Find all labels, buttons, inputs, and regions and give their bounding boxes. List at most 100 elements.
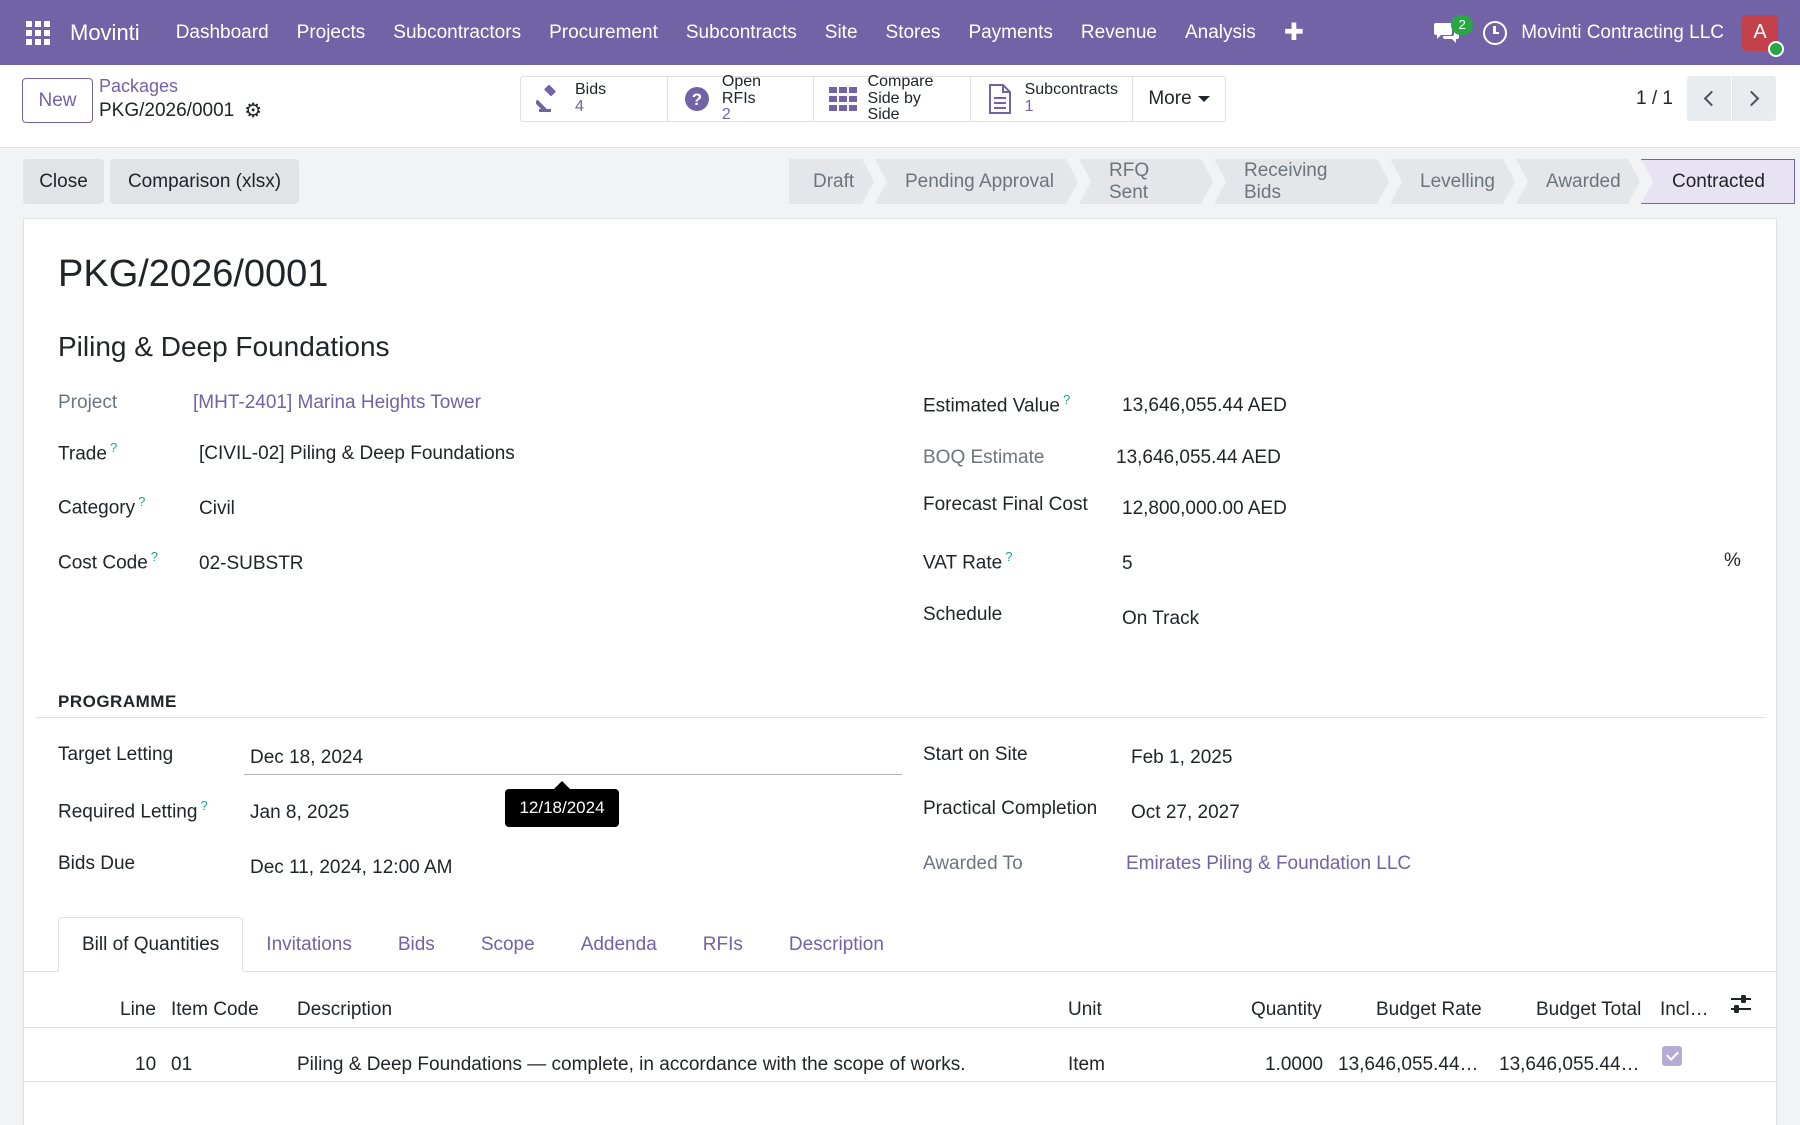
- chat-badge: 2: [1451, 14, 1474, 35]
- tab-scope[interactable]: Scope: [458, 917, 558, 972]
- compare-smart-button[interactable]: Compare Side by Side: [814, 72, 971, 123]
- menu-subcontractors[interactable]: Subcontractors: [379, 0, 535, 65]
- pager-previous-button[interactable]: [1687, 76, 1731, 121]
- column-header-unit[interactable]: Unit: [1068, 999, 1102, 1021]
- pager-value[interactable]: 1 / 1: [1636, 88, 1673, 110]
- menu-revenue[interactable]: Revenue: [1067, 0, 1171, 65]
- stage-pending-approval[interactable]: Pending Approval: [875, 159, 1078, 204]
- row-included-checkbox[interactable]: [1662, 1046, 1682, 1066]
- package-name-field[interactable]: Piling & Deep Foundations: [58, 331, 390, 363]
- chevron-right-icon: [1743, 90, 1760, 107]
- stage-receiving-bids[interactable]: Receiving Bids: [1214, 159, 1389, 204]
- stage-levelling[interactable]: Levelling: [1390, 159, 1515, 204]
- menu-procurement[interactable]: Procurement: [535, 0, 672, 65]
- menu-subcontracts[interactable]: Subcontracts: [672, 0, 811, 65]
- awarded-to-link[interactable]: Emirates Piling & Foundation LLC: [1126, 853, 1411, 875]
- smart-buttons: Bids 4 ? Open RFIs 2 Compare Side by Side S…: [520, 72, 1226, 124]
- estimated-value-help-icon[interactable]: ?: [1063, 392, 1070, 407]
- new-button[interactable]: New: [22, 78, 93, 123]
- forecast-final-cost-field[interactable]: 12,800,000.00 AED: [1122, 498, 1287, 520]
- tab-rfis[interactable]: RFIs: [680, 917, 766, 972]
- breadcrumb-packages[interactable]: Packages: [99, 76, 178, 97]
- apps-grid-icon[interactable]: [20, 15, 56, 51]
- add-menu-icon[interactable]: ✚: [1270, 18, 1318, 47]
- estimated-value-field[interactable]: 13,646,055.44 AED: [1122, 395, 1287, 417]
- open-rfis-count: 2: [721, 106, 731, 124]
- row-budget-rate: 13,646,055.44…: [1338, 1054, 1479, 1075]
- required-letting-field[interactable]: Jan 8, 2025: [250, 802, 349, 824]
- page-title: PKG/2026/0001: [58, 253, 329, 295]
- category-help-icon[interactable]: ?: [138, 494, 145, 509]
- trade-field[interactable]: [CIVIL-02] Piling & Deep Foundations: [199, 443, 515, 465]
- app-brand[interactable]: Movinti: [70, 20, 140, 46]
- tab-description[interactable]: Description: [766, 917, 907, 972]
- column-header-quantity[interactable]: Quantity: [1251, 999, 1322, 1021]
- trade-label: Trade?: [58, 440, 117, 465]
- trade-help-icon[interactable]: ?: [110, 440, 117, 455]
- close-button[interactable]: Close: [23, 159, 104, 204]
- compare-sublabel: Side by Side: [867, 89, 921, 124]
- row-quantity: 1.0000: [1265, 1054, 1324, 1075]
- menu-stores[interactable]: Stores: [872, 0, 955, 65]
- menu-dashboard[interactable]: Dashboard: [162, 0, 283, 65]
- gear-icon[interactable]: ⚙: [244, 101, 262, 121]
- chat-icon[interactable]: 2: [1427, 13, 1474, 53]
- category-field[interactable]: Civil: [199, 498, 235, 520]
- column-header-line[interactable]: Line: [120, 999, 156, 1021]
- open-rfis-smart-button[interactable]: ? Open RFIs 2: [668, 72, 814, 124]
- boq-estimate-value: 13,646,055.44 AED: [1116, 447, 1281, 468]
- subcontracts-count: 1: [1024, 98, 1034, 115]
- stage-contracted[interactable]: Contracted: [1641, 159, 1795, 204]
- start-on-site-label: Start on Site: [923, 744, 1028, 765]
- column-header-budget-rate[interactable]: Budget Rate: [1376, 999, 1482, 1021]
- practical-completion-field[interactable]: Oct 27, 2027: [1131, 802, 1240, 824]
- main-menu: Dashboard Projects Subcontractors Procur…: [162, 0, 1318, 65]
- pager-next-button[interactable]: [1732, 76, 1776, 121]
- clock-icon[interactable]: [1483, 20, 1508, 45]
- target-letting-field[interactable]: Dec 18, 2024: [250, 747, 363, 769]
- tab-invitations[interactable]: Invitations: [243, 917, 375, 972]
- open-rfis-label: Open RFIs: [721, 72, 762, 107]
- action-bar: Close Comparison (xlsx) Draft Pending Ap…: [0, 148, 1800, 218]
- menu-payments[interactable]: Payments: [954, 0, 1066, 65]
- tab-bill-of-quantities[interactable]: Bill of Quantities: [58, 917, 244, 972]
- column-header-included[interactable]: Incl…: [1660, 999, 1709, 1021]
- tab-addenda[interactable]: Addenda: [558, 917, 680, 972]
- tab-bids[interactable]: Bids: [375, 917, 458, 972]
- menu-analysis[interactable]: Analysis: [1171, 0, 1270, 65]
- optional-columns-icon[interactable]: [1729, 992, 1753, 1016]
- start-on-site-field[interactable]: Feb 1, 2025: [1131, 747, 1232, 769]
- stage-draft[interactable]: Draft: [789, 159, 874, 204]
- bids-due-field[interactable]: Dec 11, 2024, 12:00 AM: [250, 857, 452, 879]
- menu-projects[interactable]: Projects: [283, 0, 380, 65]
- schedule-field[interactable]: On Track: [1122, 608, 1199, 630]
- stage-awarded[interactable]: Awarded: [1516, 159, 1640, 204]
- document-icon: [985, 84, 1015, 114]
- avatar[interactable]: A: [1742, 14, 1784, 57]
- vat-rate-field[interactable]: 5: [1122, 553, 1133, 575]
- breadcrumb-current-label: PKG/2026/0001: [99, 100, 235, 121]
- required-letting-label-text: Required Letting: [58, 801, 198, 823]
- subcontracts-label: Subcontracts: [1024, 81, 1118, 99]
- target-letting-underline: [244, 774, 902, 775]
- cost-code-label: Cost Code?: [58, 549, 158, 574]
- cost-code-field[interactable]: 02-SUBSTR: [199, 553, 304, 575]
- compare-label: Compare: [867, 72, 934, 90]
- bids-smart-button[interactable]: Bids 4: [521, 77, 668, 121]
- practical-completion-label: Practical Completion: [923, 798, 1098, 819]
- company-switcher[interactable]: Movinti Contracting LLC: [1521, 22, 1724, 44]
- menu-site[interactable]: Site: [811, 0, 872, 65]
- required-letting-help-icon[interactable]: ?: [200, 798, 207, 813]
- project-link[interactable]: [MHT-2401] Marina Heights Tower: [193, 392, 481, 414]
- stage-rfq-sent[interactable]: RFQ Sent: [1079, 159, 1213, 204]
- vat-rate-label-text: VAT Rate: [923, 552, 1003, 574]
- vat-rate-help-icon[interactable]: ?: [1005, 549, 1012, 564]
- column-header-description[interactable]: Description: [297, 999, 392, 1021]
- cost-code-help-icon[interactable]: ?: [151, 549, 158, 564]
- status-bar: Draft Pending Approval RFQ Sent Receivin…: [789, 159, 1796, 204]
- more-button[interactable]: More: [1133, 77, 1225, 121]
- subcontracts-smart-button[interactable]: Subcontracts 1: [971, 77, 1133, 121]
- column-header-item-code[interactable]: Item Code: [171, 999, 259, 1021]
- column-header-budget-total[interactable]: Budget Total: [1536, 999, 1641, 1021]
- comparison-xlsx-button[interactable]: Comparison (xlsx): [110, 159, 299, 204]
